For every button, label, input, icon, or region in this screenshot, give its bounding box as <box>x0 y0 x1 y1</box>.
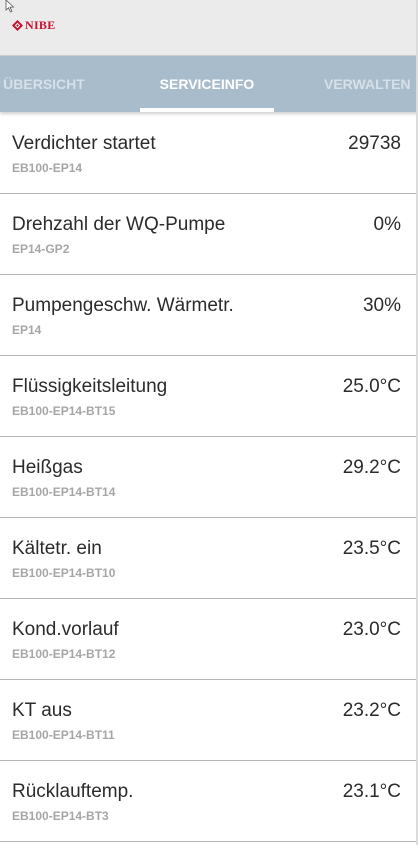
item-label: KT aus <box>12 700 72 721</box>
item-value: 30% <box>362 295 401 316</box>
item-label: Pumpengeschw. Wärmetr. <box>12 295 234 316</box>
item-label: Kond.vorlauf <box>12 619 119 640</box>
item-sensor-id: EB100-EP14-BT15 <box>12 404 116 418</box>
tab-uebersicht[interactable]: ÜBERSICHT <box>0 56 94 112</box>
list-item[interactable]: Flüssigkeitsleitung EB100-EP14-BT15 25.0… <box>0 356 418 437</box>
nibe-diamond-icon <box>12 20 23 31</box>
item-value: 29.2°C <box>342 457 401 478</box>
item-label: Heißgas <box>12 457 83 478</box>
item-sensor-id: EB100-EP14 <box>12 161 83 175</box>
item-label: Verdichter startet <box>12 133 156 154</box>
service-info-list: Verdichter startet EB100-EP14 29738 Dreh… <box>0 113 418 842</box>
item-label: Drehzahl der WQ-Pumpe <box>12 214 226 235</box>
item-value: 23.1°C <box>342 781 401 802</box>
item-value: 23.2°C <box>342 700 401 721</box>
mouse-cursor-icon <box>5 0 15 13</box>
list-item[interactable]: Heißgas EB100-EP14-BT14 29.2°C <box>0 437 418 518</box>
list-item[interactable]: Kond.vorlauf EB100-EP14-BT12 23.0°C <box>0 599 418 680</box>
item-value: 29738 <box>348 133 401 154</box>
item-value: 23.0°C <box>342 619 401 640</box>
item-sensor-id: EB100-EP14-BT11 <box>12 728 115 742</box>
tab-bar: ÜBERSICHT SERVICEINFO VERWALTEN <box>0 56 418 112</box>
item-sensor-id: EP14 <box>12 323 42 337</box>
list-item[interactable]: Verdichter startet EB100-EP14 29738 <box>0 113 418 194</box>
item-value: 0% <box>373 214 401 235</box>
list-item[interactable]: Drehzahl der WQ-Pumpe EP14-GP2 0% <box>0 194 418 275</box>
item-value: 23.5°C <box>342 538 401 559</box>
item-sensor-id: EB100-EP14-BT14 <box>12 485 116 499</box>
brand-name: NIBE <box>25 18 56 32</box>
nibe-logo: NIBE <box>12 18 56 33</box>
active-tab-indicator <box>140 108 274 112</box>
list-item[interactable]: Kältetr. ein EB100-EP14-BT10 23.5°C <box>0 518 418 599</box>
item-sensor-id: EB100-EP14-BT12 <box>12 647 116 661</box>
tab-verwalten[interactable]: VERWALTEN <box>324 56 418 112</box>
item-sensor-id: EP14-GP2 <box>12 242 70 256</box>
item-value: 25.0°C <box>342 376 401 397</box>
item-label: Kältetr. ein <box>12 538 102 559</box>
tab-serviceinfo[interactable]: SERVICEINFO <box>140 56 274 112</box>
item-sensor-id: EB100-EP14-BT3 <box>12 809 109 823</box>
list-item[interactable]: KT aus EB100-EP14-BT11 23.2°C <box>0 680 418 761</box>
list-item[interactable]: Rücklauftemp. EB100-EP14-BT3 23.1°C <box>0 761 418 842</box>
list-item[interactable]: Pumpengeschw. Wärmetr. EP14 30% <box>0 275 418 356</box>
item-label: Rücklauftemp. <box>12 781 134 802</box>
item-sensor-id: EB100-EP14-BT10 <box>12 566 116 580</box>
item-label: Flüssigkeitsleitung <box>12 376 168 397</box>
app-header: NIBE <box>0 0 418 56</box>
